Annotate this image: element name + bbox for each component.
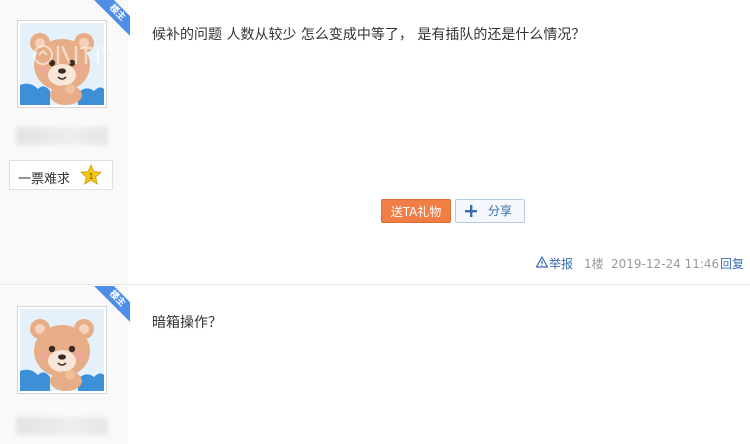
report-link[interactable]: 举报 [549, 256, 573, 272]
rank-title: 一票难求 [18, 172, 71, 187]
post-content: 候补的问题 人数从较少 怎么变成中等了， 是有插队的还是什么情况？ [152, 27, 586, 43]
floor-number: 1楼 [584, 257, 604, 271]
watermark-logo [33, 45, 114, 65]
warning-icon [536, 256, 548, 268]
post-time: 2019-12-24 11:46 [611, 257, 720, 271]
post-floor-1: 楼主 一票难求 1 候补的问题 人数从较少 怎么变成中等了， 是有插队的还是什么… [0, 0, 750, 285]
rank-level: 1 [88, 172, 93, 181]
share-label: 分享 [488, 204, 513, 218]
post-floor-2: 楼主 暗箱操作？ [0, 286, 750, 444]
author-sidebar: 楼主 一票难求 1 [0, 0, 130, 285]
post-content: 暗箱操作？ [152, 315, 222, 331]
owner-badge-label: 楼主 [90, 286, 130, 326]
username-blurred [16, 127, 108, 145]
plus-icon [465, 205, 477, 217]
reply-link[interactable]: 回复 [720, 256, 744, 272]
owner-badge: 楼主 [90, 0, 130, 40]
send-gift-button[interactable]: 送TA礼物 [381, 199, 451, 223]
share-button[interactable]: 分享 [455, 199, 525, 223]
user-rank: 一票难求 1 [9, 160, 113, 190]
author-sidebar: 楼主 [0, 286, 130, 444]
owner-badge: 楼主 [90, 286, 130, 326]
post-divider [0, 284, 750, 285]
star-icon: 1 [80, 164, 102, 185]
owner-badge-label: 楼主 [90, 0, 130, 40]
username-blurred [16, 417, 108, 435]
